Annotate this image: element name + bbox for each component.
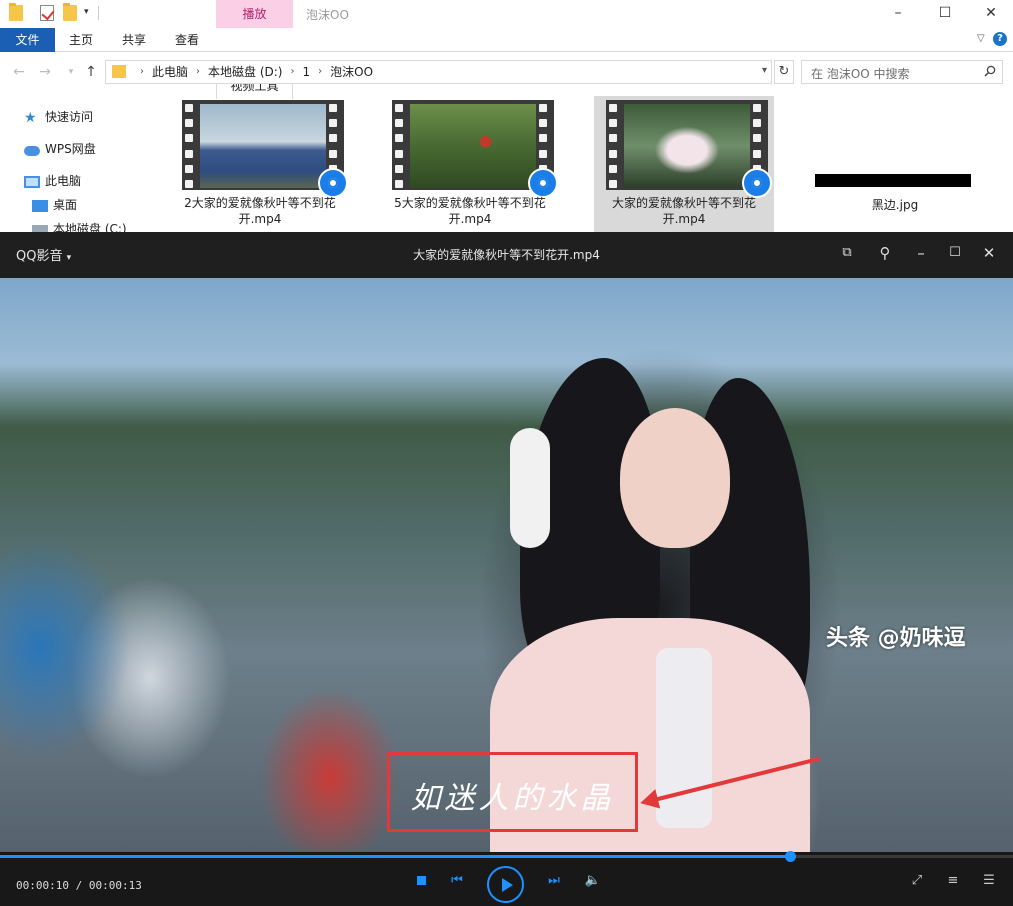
nav-quick-access[interactable]: ★ 快速访问 [24,106,93,128]
video-thumbnail [182,100,348,198]
ribbon-tabs: 文件 主页 共享 查看 视频工具 ▽ ? [0,28,1013,99]
nav-label: WPS网盘 [45,142,96,156]
up-button[interactable]: ↑ [82,62,100,82]
file-item-selected[interactable]: 大家的爱就像秋叶等不到花开.mp4 [594,96,774,232]
divider [98,6,99,20]
context-tab-header: 播放 [216,0,293,28]
address-bar[interactable]: › 此电脑 › 本地磁盘 (D:) › 1 › 泡沫OO ▾ [105,60,772,84]
breadcrumb-item[interactable]: 此电脑 [152,61,188,83]
video-thumbnail [392,100,558,198]
new-folder-icon[interactable] [63,3,77,21]
playlist-icon[interactable]: ☰ [980,872,998,890]
progress-handle[interactable] [785,851,797,862]
breadcrumb-item[interactable]: 本地磁盘 (D:) [208,61,282,83]
screenshot-icon[interactable]: ⤢ [908,872,926,890]
search-input[interactable]: 在 泡沫OO 中搜索 [801,60,1003,84]
tab-view[interactable]: 查看 [163,28,211,52]
qq-player-icon [528,168,558,198]
file-name: 5大家的爱就像秋叶等不到花开.mp4 [394,196,546,226]
chevron-down-icon[interactable]: ▽ [977,33,987,44]
player-title-bar: QQ影音 ▾ 大家的爱就像秋叶等不到花开.mp4 ⧉ ⚲ – ☐ ✕ [0,232,1013,278]
breadcrumb-item[interactable]: 泡沫OO [330,61,373,83]
player-controls: 00:00:10 / 00:00:13 ⏮ ⏭ 🔈 ⤢ ≡ ☰ [0,851,1013,906]
back-button[interactable]: ← [10,62,28,82]
chevron-down-icon[interactable]: ▾ [762,65,767,76]
video-thumbnail [606,100,772,198]
help-icon[interactable]: ? [993,32,1007,46]
nav-desktop[interactable]: 桌面 [32,194,77,216]
folder-icon[interactable] [9,3,23,21]
search-icon[interactable] [984,65,996,77]
breadcrumb: › 此电脑 › 本地磁盘 (D:) › 1 › 泡沫OO [132,61,373,83]
file-item[interactable]: 5大家的爱就像秋叶等不到花开.mp4 [380,96,560,232]
chevron-right-icon[interactable]: › [196,61,200,83]
tab-share[interactable]: 共享 [110,28,158,52]
subtitle-text: 如迷人的水晶 [410,781,615,816]
player-title: 大家的爱就像秋叶等不到花开.mp4 [413,248,600,262]
qq-player-icon [742,168,772,198]
forward-button[interactable]: → [36,62,54,82]
qq-player-icon [318,168,348,198]
nav-wps-drive[interactable]: WPS网盘 [24,138,96,160]
play-button[interactable] [487,866,524,903]
watermark: 头条 @奶味逗 [826,626,966,651]
nav-label: 此电脑 [45,174,82,188]
cloud-icon [24,145,40,156]
chevron-right-icon[interactable]: › [318,61,322,83]
progress-bar[interactable] [0,851,1013,862]
window-title: 泡沫OO [306,8,349,22]
breadcrumb-item[interactable]: 1 [302,61,310,83]
minimize-button[interactable]: – [911,243,931,263]
close-button[interactable]: ✕ [979,243,999,263]
refresh-button[interactable]: ↻ [774,60,794,84]
nav-local-disk-c[interactable]: 本地磁盘 (C:) [32,218,127,232]
folder-icon [112,65,126,78]
computer-icon [24,175,40,188]
star-icon: ★ [24,109,37,126]
explorer-title-bar: ▾ 播放 泡沫OO – ☐ ✕ [0,0,1013,28]
file-item[interactable]: 2大家的爱就像秋叶等不到花开.mp4 [170,96,350,232]
pin-icon[interactable]: ⚲ [875,243,895,263]
nav-label: 本地磁盘 (C:) [53,222,127,232]
address-row: ← → ▾ ↑ › 此电脑 › 本地磁盘 (D:) › 1 › 泡沫OO ▾ ↻… [0,57,1013,87]
previous-button[interactable]: ⏮ [448,872,466,890]
search-placeholder: 在 泡沫OO 中搜索 [811,67,910,81]
file-name: 大家的爱就像秋叶等不到花开.mp4 [611,196,756,226]
file-name[interactable]: 黑边.jpg [815,196,975,213]
close-button[interactable]: ✕ [968,0,1013,28]
maximize-button[interactable]: ☐ [945,243,965,263]
video-frame[interactable]: 如迷人的水晶 [0,278,1013,852]
chevron-right-icon[interactable]: › [290,61,294,83]
nav-label: 快速访问 [45,110,94,124]
subtitle-highlight-box: 如迷人的水晶 [387,752,638,832]
navigation-pane: ★ 快速访问 WPS网盘 此电脑 桌面 本地磁盘 (C:) [0,95,165,232]
time-display: 00:00:10 / 00:00:13 [16,879,142,892]
chevron-right-icon: › [140,66,144,77]
nav-this-pc[interactable]: 此电脑 [24,170,81,192]
next-button[interactable]: ⏭ [545,872,563,890]
recent-locations-button[interactable]: ▾ [62,62,80,82]
chevron-down-icon[interactable]: ▾ [84,8,92,17]
properties-icon[interactable] [40,5,54,21]
volume-icon[interactable]: 🔈 [584,872,602,890]
progress-fill [0,855,791,858]
mini-mode-icon[interactable]: ⧉ [837,243,857,263]
maximize-button[interactable]: ☐ [922,0,968,28]
file-name: 2大家的爱就像秋叶等不到花开.mp4 [184,196,336,226]
image-thumbnail[interactable] [815,174,971,187]
settings-icon[interactable]: ≡ [944,872,962,890]
tab-file[interactable]: 文件 [0,28,55,52]
stop-button[interactable] [412,872,430,890]
nav-label: 桌面 [53,198,78,212]
minimize-button[interactable]: – [875,0,921,28]
desktop-icon [32,199,48,212]
tab-home[interactable]: 主页 [57,28,105,52]
drive-icon [32,225,48,232]
video-player-window: QQ影音 ▾ 大家的爱就像秋叶等不到花开.mp4 ⧉ ⚲ – ☐ ✕ 如迷人的水… [0,232,1013,906]
